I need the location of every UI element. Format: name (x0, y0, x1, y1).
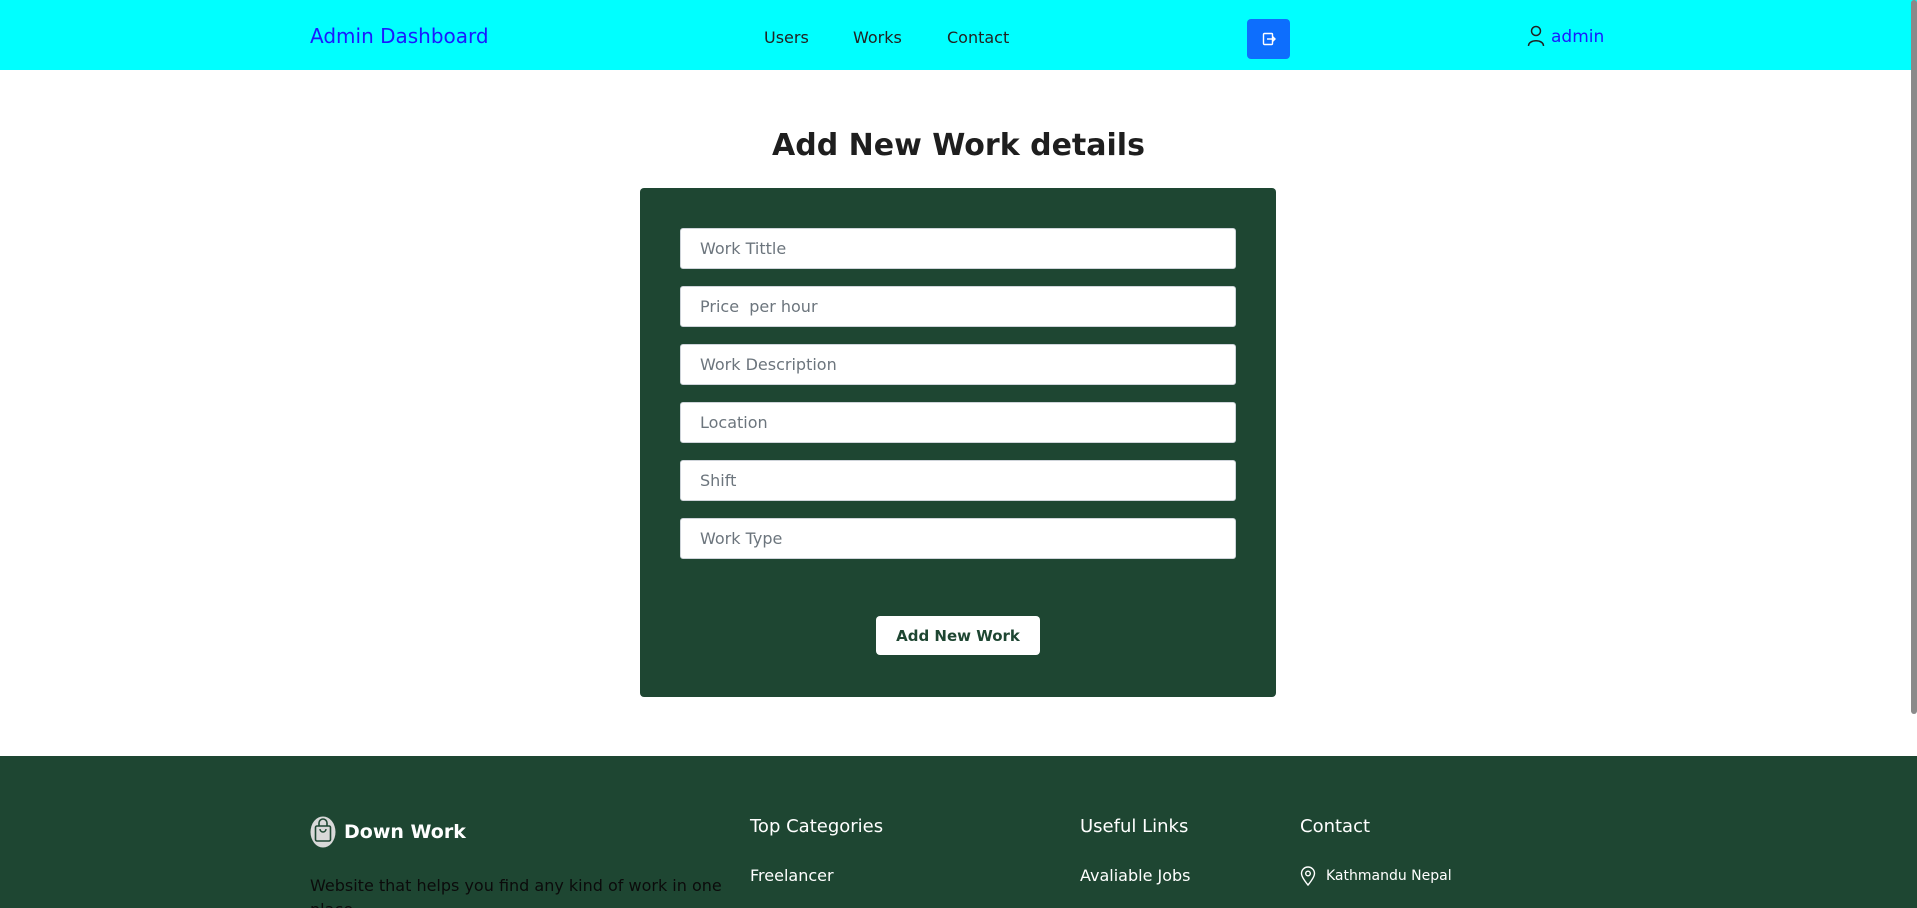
contact-address-text: Kathmandu Nepal (1326, 868, 1452, 884)
page-title: Add New Work details (772, 128, 1145, 163)
shopping-bag-icon (310, 816, 336, 848)
user-profile-link[interactable]: admin (1527, 25, 1604, 47)
add-work-form: Add New Work (640, 188, 1276, 697)
contact-heading: Contact (1300, 816, 1371, 837)
work-type-input[interactable] (680, 518, 1236, 559)
site-footer: Down Work Website that helps you find an… (0, 756, 1917, 908)
footer-brand[interactable]: Down Work (310, 816, 466, 848)
page-scrollbar[interactable] (1911, 0, 1917, 908)
nav-link-users[interactable]: Users (764, 28, 809, 47)
username-label: admin (1551, 27, 1605, 47)
useful-links-heading: Useful Links (1080, 816, 1189, 837)
scrollbar-thumb[interactable] (1911, 0, 1917, 714)
footer-link-available-jobs[interactable]: Avaliable Jobs (1080, 866, 1191, 885)
map-pin-icon (1300, 866, 1316, 886)
user-icon (1527, 25, 1545, 47)
work-description-input[interactable] (680, 344, 1236, 385)
footer-brand-name: Down Work (344, 821, 466, 843)
nav-link-contact[interactable]: Contact (947, 28, 1009, 47)
footer-description: Website that helps you find any kind of … (310, 876, 722, 908)
location-input[interactable] (680, 402, 1236, 443)
price-per-hour-input[interactable] (680, 286, 1236, 327)
add-new-work-button[interactable]: Add New Work (876, 616, 1040, 655)
contact-address: Kathmandu Nepal (1300, 866, 1452, 886)
top-categories-heading: Top Categories (750, 816, 884, 837)
brand-link[interactable]: Admin Dashboard (310, 24, 489, 48)
nav-link-works[interactable]: Works (853, 28, 902, 47)
shift-input[interactable] (680, 460, 1236, 501)
top-navbar: Admin Dashboard Users Works Contact admi… (0, 0, 1917, 70)
footer-link-freelancer[interactable]: Freelancer (750, 866, 834, 885)
logout-button[interactable] (1247, 19, 1290, 59)
logout-icon (1262, 32, 1276, 46)
work-title-input[interactable] (680, 228, 1236, 269)
